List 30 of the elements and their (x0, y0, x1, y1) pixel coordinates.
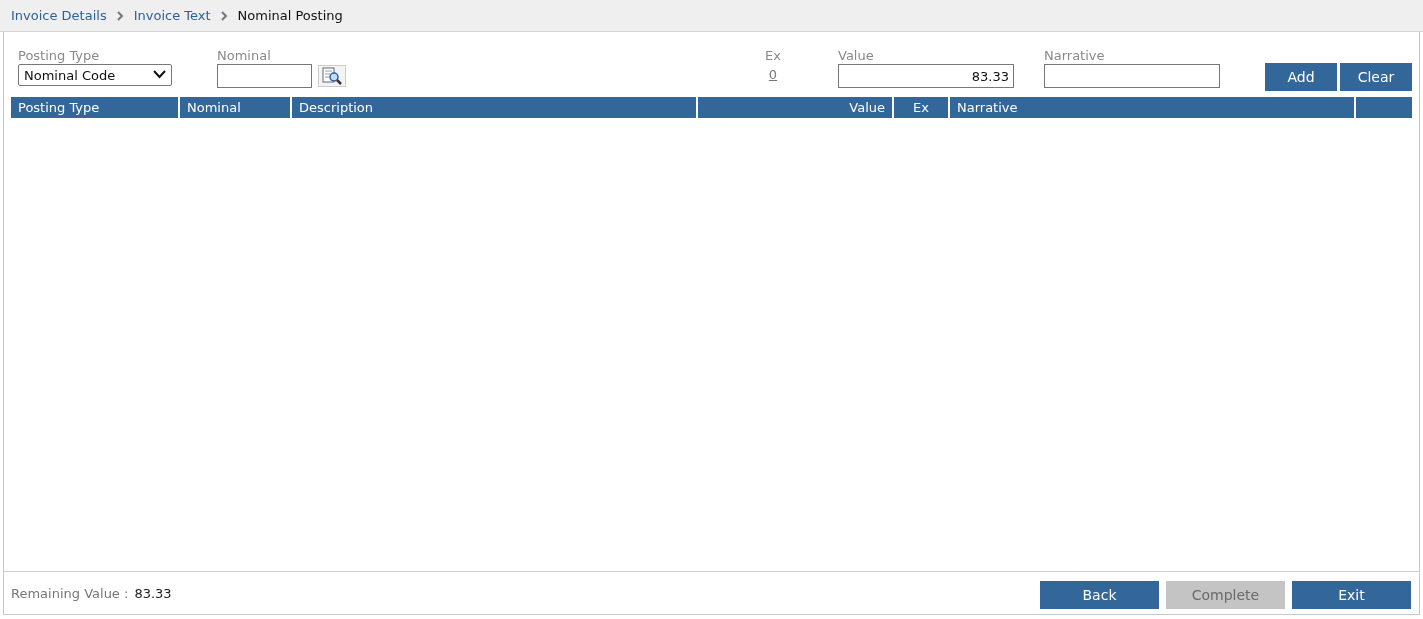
column-header: Posting Type (11, 97, 180, 118)
magnifier-document-icon (321, 67, 343, 85)
field-label: Nominal (217, 48, 272, 64)
clear-button[interactable]: Clear (1340, 63, 1412, 91)
field-label: Posting Type (18, 48, 101, 64)
nominal-field[interactable] (217, 64, 312, 88)
value-field[interactable]: 83.33 (838, 64, 1014, 88)
column-header: Description (292, 97, 698, 118)
remaining-value: 83.33 (134, 585, 172, 601)
posting-type-dropdown[interactable]: Nominal Code (18, 64, 172, 86)
exit-button[interactable]: Exit (1292, 580, 1411, 609)
field-label: Narrative (1044, 48, 1106, 64)
column-header: Value (698, 97, 894, 118)
caret-icon (153, 70, 166, 79)
column-header: Ex (894, 97, 950, 118)
chevron-icon (116, 10, 124, 21)
lookup-button[interactable] (318, 65, 346, 87)
add-button[interactable]: Add (1265, 63, 1337, 91)
chevron-icon (220, 10, 228, 21)
back-button[interactable]: Back (1040, 580, 1159, 609)
field-label: Ex (765, 48, 781, 64)
field-label: Value (838, 48, 875, 64)
breadcrumb-link[interactable]: Invoice Text (133, 8, 211, 23)
narrative-field[interactable] (1044, 64, 1220, 88)
ex-link[interactable]: 0 (768, 67, 778, 82)
remaining-value-label: Remaining Value : (11, 585, 129, 601)
breadcrumb-link[interactable]: Invoice Details (11, 8, 107, 23)
column-header: Nominal (180, 97, 292, 118)
breadcrumb-current: Nominal Posting (237, 8, 343, 23)
column-header: Narrative (950, 97, 1356, 118)
